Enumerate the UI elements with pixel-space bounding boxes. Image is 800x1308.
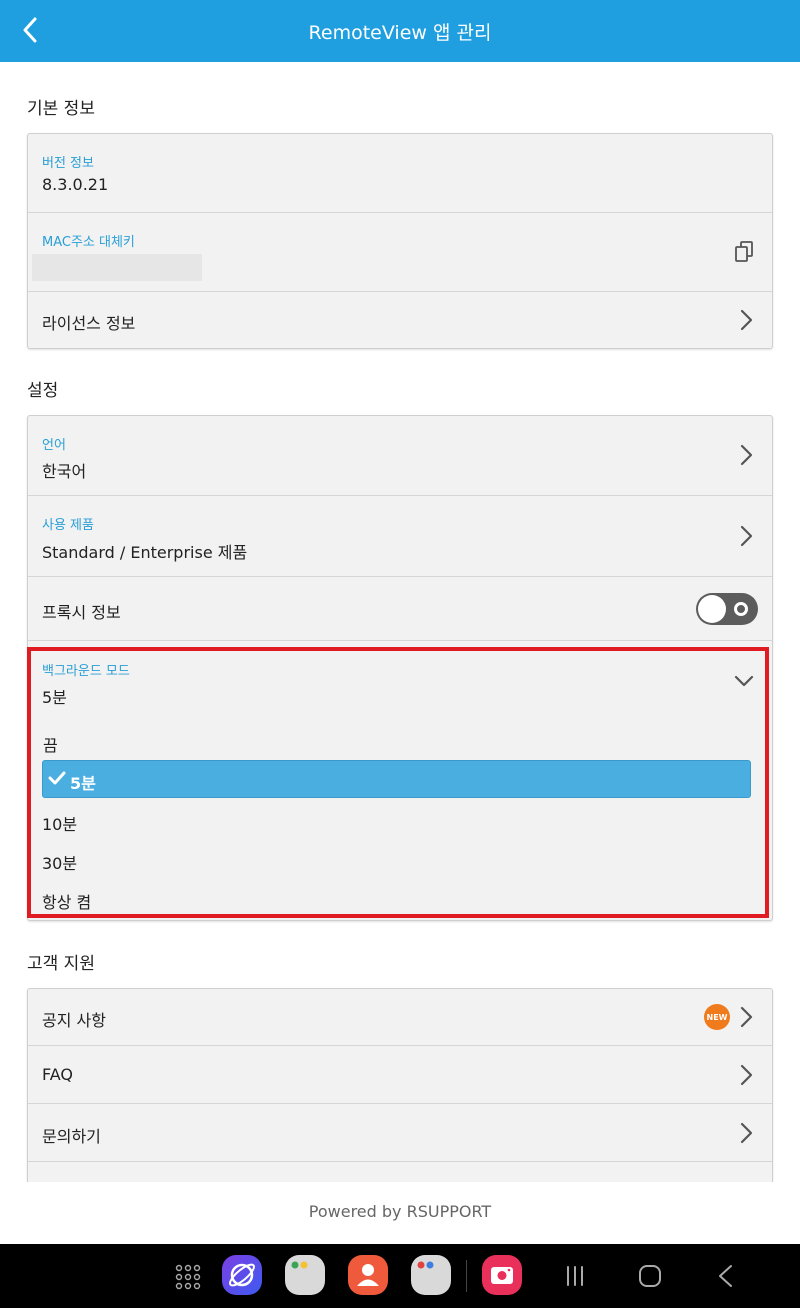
proxy-row: 프록시 정보 bbox=[28, 577, 772, 641]
camera-app-icon[interactable] bbox=[482, 1255, 522, 1295]
dock-divider bbox=[466, 1260, 467, 1292]
back-nav-icon[interactable] bbox=[716, 1264, 736, 1288]
faq-row[interactable]: FAQ bbox=[28, 1046, 772, 1104]
chevron-right-icon bbox=[740, 444, 753, 466]
app-drawer-icon[interactable] bbox=[175, 1264, 201, 1290]
browser-app-icon[interactable] bbox=[222, 1255, 262, 1295]
support-card: 공지 사항 NEW FAQ 문의하기 bbox=[27, 988, 773, 1182]
product-label: 사용 제품 bbox=[42, 518, 94, 533]
powered-by-text: Powered by RSUPPORT bbox=[308, 1202, 492, 1221]
back-button[interactable] bbox=[14, 12, 46, 48]
copy-icon[interactable] bbox=[734, 241, 754, 263]
section-title-support: 고객 지원 bbox=[27, 954, 95, 974]
contacts-app-icon[interactable] bbox=[348, 1255, 388, 1295]
page-title: RemoteView 앱 관리 bbox=[308, 21, 492, 44]
toggle-off-icon bbox=[734, 602, 748, 616]
basic-info-card: 버전 정보 8.3.0.21 MAC주소 대체키 라이선스 정보 bbox=[27, 133, 773, 349]
language-value: 한국어 bbox=[42, 462, 87, 481]
new-badge: NEW bbox=[704, 1004, 730, 1030]
chevron-right-icon bbox=[740, 1064, 753, 1086]
recent-apps-icon[interactable] bbox=[563, 1264, 587, 1288]
chevron-right-icon bbox=[740, 525, 753, 547]
inquiry-label: 문의하기 bbox=[42, 1127, 101, 1146]
folder-icon bbox=[417, 1261, 434, 1269]
chevron-left-icon bbox=[23, 17, 37, 43]
license-label: 라이선스 정보 bbox=[42, 314, 136, 333]
chevron-right-icon bbox=[740, 309, 753, 331]
language-label: 언어 bbox=[42, 438, 66, 453]
mac-label: MAC주소 대체키 bbox=[42, 235, 135, 250]
home-icon[interactable] bbox=[637, 1263, 663, 1289]
version-label: 버전 정보 bbox=[42, 156, 94, 171]
product-value: Standard / Enterprise 제품 bbox=[42, 543, 248, 562]
faq-label: FAQ bbox=[42, 1065, 73, 1084]
folder-app-icon-2[interactable] bbox=[411, 1255, 451, 1295]
toggle-knob bbox=[698, 595, 726, 623]
license-row[interactable]: 라이선스 정보 bbox=[28, 292, 772, 349]
chevron-right-icon bbox=[740, 1122, 753, 1144]
inquiry-row[interactable]: 문의하기 bbox=[28, 1104, 772, 1162]
product-row[interactable]: 사용 제품 Standard / Enterprise 제품 bbox=[28, 496, 772, 577]
language-row[interactable]: 언어 한국어 bbox=[28, 416, 772, 496]
notice-row[interactable]: 공지 사항 NEW bbox=[28, 989, 772, 1046]
planet-icon bbox=[229, 1263, 255, 1287]
section-title-basic-info: 기본 정보 bbox=[27, 99, 95, 119]
folder-app-icon[interactable] bbox=[285, 1255, 325, 1295]
highlight-frame bbox=[27, 647, 769, 918]
section-title-settings: 설정 bbox=[27, 381, 59, 401]
folder-icon bbox=[291, 1261, 308, 1269]
notice-label: 공지 사항 bbox=[42, 1011, 106, 1030]
settings-content: 기본 정보 버전 정보 8.3.0.21 MAC주소 대체키 라이선스 정보 설… bbox=[0, 62, 800, 1182]
proxy-label: 프록시 정보 bbox=[42, 603, 121, 622]
system-nav-bar bbox=[0, 1244, 800, 1308]
proxy-toggle[interactable] bbox=[696, 593, 758, 625]
version-value: 8.3.0.21 bbox=[42, 175, 109, 194]
person-icon bbox=[357, 1264, 379, 1286]
app-bar: RemoteView 앱 관리 bbox=[0, 0, 800, 62]
mac-row: MAC주소 대체키 bbox=[28, 213, 772, 292]
chevron-right-icon bbox=[740, 1006, 753, 1028]
camera-icon bbox=[491, 1267, 513, 1284]
version-row: 버전 정보 8.3.0.21 bbox=[28, 134, 772, 213]
mac-value-redacted bbox=[32, 254, 202, 281]
